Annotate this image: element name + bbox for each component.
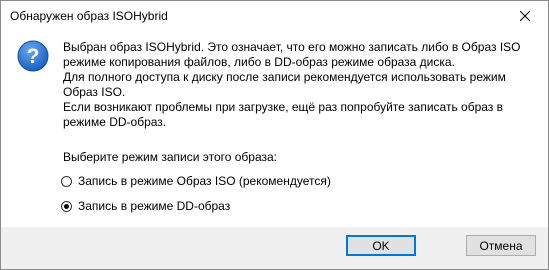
svg-text:?: ? (27, 45, 40, 68)
radio-selected-dot (64, 203, 69, 209)
close-button[interactable] (502, 1, 548, 31)
radio-label[interactable]: Запись в режиме Образ ISO (рекомендуется… (78, 174, 331, 188)
question-icon: ? (17, 40, 49, 72)
message-line: режиме копирования файлов, либо в DD-обр… (63, 55, 455, 69)
window-title: Обнаружен образ ISOHybrid (10, 9, 168, 23)
cancel-button[interactable]: Отмена (466, 235, 536, 256)
radio-circle[interactable] (61, 175, 72, 187)
dialog-window: Обнаружен образ ISOHybrid ? Выбран образ… (0, 0, 549, 270)
button-bar: OK Отмена (1, 227, 548, 269)
dialog-content: ? Выбран образ ISOHybrid. Это означает, … (1, 31, 548, 227)
radio-circle[interactable] (61, 200, 72, 212)
close-icon (520, 11, 530, 21)
radio-dd-mode[interactable]: Запись в режиме DD-образ (61, 197, 230, 215)
message-line: Выбран образ ISOHybrid. Это означает, чт… (63, 40, 521, 54)
ok-button[interactable]: OK (346, 235, 416, 256)
radio-iso-mode[interactable]: Запись в режиме Образ ISO (рекомендуется… (61, 172, 331, 190)
title-bar: Обнаружен образ ISOHybrid (1, 1, 548, 31)
message-text: Выбран образ ISOHybrid. Это означает, чт… (63, 40, 533, 130)
message-line: режиме DD-образ. (63, 115, 167, 129)
message-line: Образ ISO. (63, 85, 126, 99)
message-line: Для полного доступа к диску после записи… (63, 70, 506, 84)
radio-label[interactable]: Запись в режиме DD-образ (78, 199, 230, 213)
mode-prompt: Выберите режим записи этого образа: (63, 150, 278, 164)
message-line: Если возникают проблемы при загрузке, ещ… (63, 100, 504, 114)
